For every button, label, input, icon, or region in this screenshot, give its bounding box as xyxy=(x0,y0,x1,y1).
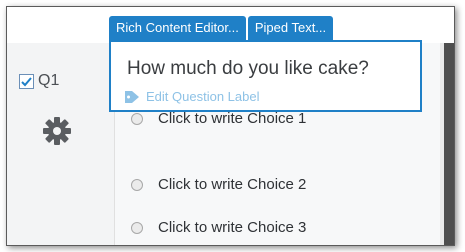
question-text[interactable]: How much do you like cake? xyxy=(127,58,369,80)
piped-text-tab[interactable]: Piped Text... xyxy=(247,16,334,40)
rich-content-editor-tab[interactable]: Rich Content Editor... xyxy=(109,16,246,40)
scrollbar[interactable] xyxy=(444,43,454,245)
gear-icon[interactable] xyxy=(42,116,72,146)
radio-button[interactable] xyxy=(131,221,143,234)
tag-icon xyxy=(125,90,139,103)
editor-toolbar: Rich Content Editor... Piped Text... xyxy=(109,16,334,40)
radio-button[interactable] xyxy=(131,178,143,191)
choice-3[interactable]: Click to write Choice 3 xyxy=(131,219,306,236)
radio-button[interactable] xyxy=(131,112,143,125)
edit-question-label-link[interactable]: Edit Question Label xyxy=(124,89,259,104)
checkmark-icon xyxy=(21,76,32,86)
choice-text[interactable]: Click to write Choice 1 xyxy=(158,110,306,127)
choice-text[interactable]: Click to write Choice 3 xyxy=(158,219,306,236)
question-select[interactable]: Q1 xyxy=(19,72,59,90)
question-checkbox[interactable] xyxy=(19,73,34,89)
choice-2[interactable]: Click to write Choice 2 xyxy=(131,176,306,193)
edit-question-label-text[interactable]: Edit Question Label xyxy=(146,89,259,104)
choice-1[interactable]: Click to write Choice 1 xyxy=(131,110,306,127)
choice-text[interactable]: Click to write Choice 2 xyxy=(158,176,306,193)
question-id-label: Q1 xyxy=(38,72,60,89)
question-text-editor[interactable]: How much do you like cake? Edit Question… xyxy=(109,40,422,112)
